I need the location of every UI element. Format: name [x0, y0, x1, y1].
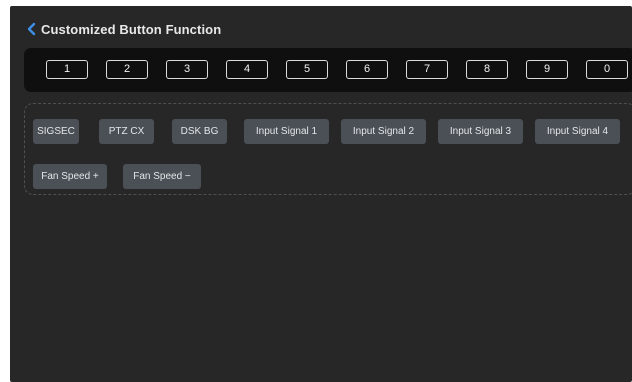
fan-speed-minus-button[interactable]: Fan Speed −	[123, 164, 201, 189]
input-signal-1-button[interactable]: Input Signal 1	[244, 119, 329, 144]
number-key-3[interactable]: 3	[166, 60, 208, 79]
input-signal-2-button[interactable]: Input Signal 2	[341, 119, 426, 144]
chevron-left-icon-graphic	[27, 22, 36, 36]
dsk-bg-button[interactable]: DSK BG	[172, 119, 227, 144]
input-signal-4-button[interactable]: Input Signal 4	[535, 119, 620, 144]
number-key-4[interactable]: 4	[226, 60, 268, 79]
number-key-8[interactable]: 8	[466, 60, 508, 79]
number-key-0[interactable]: 0	[586, 60, 628, 79]
header: Customized Button Function	[24, 19, 221, 39]
app-screen: Customized Button Function 1 2 3 4 5 6 7…	[10, 6, 632, 382]
chevron-left-icon[interactable]	[24, 20, 38, 38]
sigsec-button[interactable]: SIGSEC	[33, 119, 79, 144]
number-key-5[interactable]: 5	[286, 60, 328, 79]
number-key-9[interactable]: 9	[526, 60, 568, 79]
number-key-6[interactable]: 6	[346, 60, 388, 79]
ptz-cx-button[interactable]: PTZ CX	[99, 119, 154, 144]
page-title: Customized Button Function	[41, 21, 222, 37]
fan-speed-plus-button[interactable]: Fan Speed +	[33, 164, 107, 189]
number-key-2[interactable]: 2	[106, 60, 148, 79]
number-key-bar: 1 2 3 4 5 6 7 8 9 0	[24, 48, 632, 92]
input-signal-3-button[interactable]: Input Signal 3	[438, 119, 523, 144]
function-button-panel: SIGSEC PTZ CX DSK BG Input Signal 1 Inpu…	[24, 103, 632, 195]
number-key-1[interactable]: 1	[46, 60, 88, 79]
number-key-7[interactable]: 7	[406, 60, 448, 79]
